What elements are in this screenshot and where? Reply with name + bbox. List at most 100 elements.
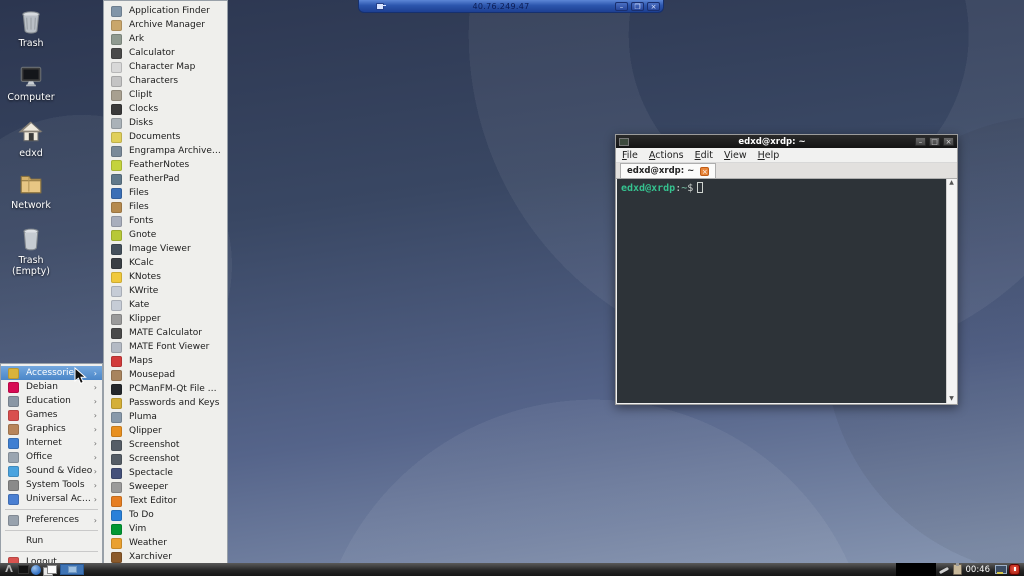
menu-item-sweeper[interactable]: Sweeper xyxy=(104,480,227,494)
menu-item-vim[interactable]: Vim xyxy=(104,522,227,536)
terminal-scrollbar[interactable]: ▲ ▼ xyxy=(946,179,956,403)
menu-item-archive-manager[interactable]: Archive Manager xyxy=(104,18,227,32)
menu-item-image-viewer[interactable]: Image Viewer xyxy=(104,242,227,256)
menu-item-application-finder[interactable]: Application Finder xyxy=(104,4,227,18)
stylus-tool-icon[interactable] xyxy=(938,564,950,575)
menu-item-weather[interactable]: Weather xyxy=(104,536,227,550)
rdp-close-button[interactable]: × xyxy=(647,2,660,11)
menu-item-label: Calculator xyxy=(129,48,222,58)
web-globe-icon[interactable] xyxy=(31,564,41,575)
menu-category-universal-access[interactable]: Universal Access› xyxy=(1,492,102,506)
rdp-connection-bar[interactable]: 40.76.249.47 – ❐ × xyxy=(358,0,664,13)
menu-category-office[interactable]: Office› xyxy=(1,450,102,464)
games-icon xyxy=(8,410,19,421)
menu-item-label: Application Finder xyxy=(129,6,222,16)
terminal-screen[interactable]: edxd@xrdp:~$ xyxy=(617,179,946,403)
menu-item-xarchiver[interactable]: Xarchiver xyxy=(104,550,227,564)
menu-category-system-tools[interactable]: System Tools› xyxy=(1,478,102,492)
menu-item-fonts[interactable]: Fonts xyxy=(104,214,227,228)
menu-item-to-do[interactable]: To Do xyxy=(104,508,227,522)
menu-item-character-map[interactable]: Character Map xyxy=(104,60,227,74)
terminal-close-button[interactable]: × xyxy=(943,137,954,146)
menu-item-pcmanfm-qt-file-manager[interactable]: PCManFM-Qt File Manager xyxy=(104,382,227,396)
workspace-pager-icon[interactable] xyxy=(60,564,84,575)
image-viewer-icon xyxy=(111,244,122,255)
menu-category-education[interactable]: Education› xyxy=(1,394,102,408)
terminal-tab[interactable]: edxd@xrdp: ~ × xyxy=(620,163,716,178)
scroll-up-icon[interactable]: ▲ xyxy=(949,179,954,187)
application-finder-icon xyxy=(111,6,122,17)
window-list-icon[interactable] xyxy=(43,564,56,575)
menu-item-documents[interactable]: Documents xyxy=(104,130,227,144)
terminal-menu-help[interactable]: Help xyxy=(758,150,780,161)
show-desktop-icon[interactable] xyxy=(18,564,29,575)
menu-item-screenshot[interactable]: Screenshot xyxy=(104,438,227,452)
menu-item-mate-font-viewer[interactable]: MATE Font Viewer xyxy=(104,340,227,354)
menu-item-files[interactable]: Files xyxy=(104,186,227,200)
files-cabinet-icon xyxy=(111,202,122,213)
character-map-icon xyxy=(111,62,122,73)
menu-item-pluma[interactable]: Pluma xyxy=(104,410,227,424)
desktop-icon-trash[interactable]: Trash xyxy=(0,8,62,49)
menu-category-run[interactable]: Run xyxy=(1,534,102,548)
menu-item-screenshot[interactable]: Screenshot xyxy=(104,452,227,466)
desktop-icon-network[interactable]: Network xyxy=(0,170,62,211)
desktop-icon-edxd[interactable]: edxd xyxy=(0,118,62,159)
terminal-app-icon xyxy=(619,138,629,146)
menu-item-clipit[interactable]: ClipIt xyxy=(104,88,227,102)
pin-icon[interactable] xyxy=(373,2,387,11)
menu-item-ark[interactable]: Ark xyxy=(104,32,227,46)
menu-category-debian[interactable]: Debian› xyxy=(1,380,102,394)
scroll-down-icon[interactable]: ▼ xyxy=(949,395,954,403)
menu-category-preferences[interactable]: Preferences› xyxy=(1,513,102,527)
terminal-menu-view[interactable]: View xyxy=(724,150,747,161)
clipboard-icon[interactable] xyxy=(953,564,962,575)
menu-item-text-editor[interactable]: Text Editor xyxy=(104,494,227,508)
menu-item-feathernotes[interactable]: FeatherNotes xyxy=(104,158,227,172)
display-monitor-icon[interactable] xyxy=(994,564,1006,575)
rdp-restore-button[interactable]: ❐ xyxy=(631,2,644,11)
menu-item-label: Character Map xyxy=(129,62,222,72)
rdp-minimize-button[interactable]: – xyxy=(615,2,628,11)
menu-item-mate-calculator[interactable]: MATE Calculator xyxy=(104,326,227,340)
applications-menu-icon[interactable]: Λ xyxy=(2,564,16,575)
menu-item-kwrite[interactable]: KWrite xyxy=(104,284,227,298)
terminal-maximize-button[interactable]: □ xyxy=(929,137,940,146)
menu-item-maps[interactable]: Maps xyxy=(104,354,227,368)
terminal-titlebar[interactable]: edxd@xrdp: ~ – □ × xyxy=(616,135,957,148)
menu-item-passwords-and-keys[interactable]: Passwords and Keys xyxy=(104,396,227,410)
menu-category-sound-video[interactable]: Sound & Video› xyxy=(1,464,102,478)
menu-item-characters[interactable]: Characters xyxy=(104,74,227,88)
menu-item-klipper[interactable]: Klipper xyxy=(104,312,227,326)
menu-item-calculator[interactable]: Calculator xyxy=(104,46,227,60)
menu-item-disks[interactable]: Disks xyxy=(104,116,227,130)
taskbar: Λ 00:46 xyxy=(0,563,1024,576)
menu-item-featherpad[interactable]: FeatherPad xyxy=(104,172,227,186)
trash-icon xyxy=(16,8,46,36)
menu-item-gnote[interactable]: Gnote xyxy=(104,228,227,242)
terminal-window[interactable]: edxd@xrdp: ~ – □ × File Actions Edit View He… xyxy=(615,134,958,405)
desktop-icon-trash-empty-[interactable]: Trash (Empty) xyxy=(0,225,62,277)
menu-item-mousepad[interactable]: Mousepad xyxy=(104,368,227,382)
menu-category-internet[interactable]: Internet› xyxy=(1,436,102,450)
menu-item-files[interactable]: Files xyxy=(104,200,227,214)
menu-item-clocks[interactable]: Clocks xyxy=(104,102,227,116)
desktop-icon-computer[interactable]: Computer xyxy=(0,62,62,103)
system-tray: 00:46 xyxy=(896,563,1024,576)
power-icon[interactable] xyxy=(1009,564,1020,575)
menu-category-graphics[interactable]: Graphics› xyxy=(1,422,102,436)
terminal-minimize-button[interactable]: – xyxy=(915,137,926,146)
menu-item-engrampa-archive-manager[interactable]: Engrampa Archive Manager xyxy=(104,144,227,158)
menu-category-accessories[interactable]: Accessories› xyxy=(1,366,102,380)
terminal-menu-edit[interactable]: Edit xyxy=(695,150,713,161)
menu-item-spectacle[interactable]: Spectacle xyxy=(104,466,227,480)
menu-item-knotes[interactable]: KNotes xyxy=(104,270,227,284)
terminal-menu-file[interactable]: File xyxy=(622,150,638,161)
menu-item-kate[interactable]: Kate xyxy=(104,298,227,312)
menu-item-kcalc[interactable]: KCalc xyxy=(104,256,227,270)
menu-category-games[interactable]: Games› xyxy=(1,408,102,422)
terminal-tab-close-icon[interactable]: × xyxy=(700,167,709,176)
menu-item-qlipper[interactable]: Qlipper xyxy=(104,424,227,438)
terminal-menu-actions[interactable]: Actions xyxy=(649,150,684,161)
clock-label[interactable]: 00:46 xyxy=(966,565,991,575)
